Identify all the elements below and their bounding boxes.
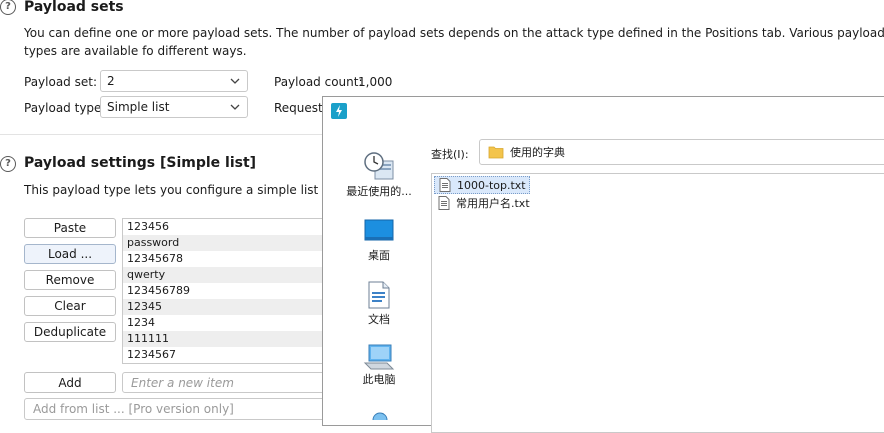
list-item[interactable]: 123456789 xyxy=(123,283,341,299)
list-item[interactable]: password xyxy=(123,235,341,251)
deduplicate-button[interactable]: Deduplicate xyxy=(24,322,116,342)
load-button[interactable]: Load ... xyxy=(24,244,116,264)
list-item[interactable]: 111111 xyxy=(123,331,341,347)
nav-item-recent[interactable]: 最近使用的... xyxy=(339,151,419,199)
payload-settings-description: This payload type lets you configure a s… xyxy=(24,183,372,197)
payload-count-value: 1,000 xyxy=(358,75,393,89)
list-item[interactable]: 1234 xyxy=(123,315,341,331)
payload-settings-title: Payload settings [Simple list] xyxy=(24,155,257,171)
recent-clock-icon xyxy=(364,152,394,180)
payload-count-label: Payload count: xyxy=(274,75,363,89)
lookin-label: 查找(I): xyxy=(431,148,469,161)
payload-sets-description: You can define one or more payload sets.… xyxy=(24,26,884,58)
file-item[interactable]: 1000-top.txt xyxy=(434,176,530,194)
chevron-down-icon xyxy=(230,78,240,84)
file-item[interactable]: 常用用户名.txt xyxy=(434,194,544,212)
documents-icon xyxy=(368,281,390,309)
nav-item-computer[interactable]: 此电脑 xyxy=(339,343,419,391)
nav-label: 桌面 xyxy=(368,249,390,262)
payload-type-value: Simple list xyxy=(107,100,170,114)
lookin-select[interactable]: 使用的字典 xyxy=(479,139,884,165)
chevron-down-icon xyxy=(230,104,240,110)
add-button[interactable]: Add xyxy=(24,372,116,393)
list-item[interactable]: qwerty xyxy=(123,267,341,283)
nav-item-documents[interactable]: 文档 xyxy=(339,281,419,329)
desktop-icon xyxy=(364,219,394,241)
list-item[interactable]: 12345 xyxy=(123,299,341,315)
payload-set-select[interactable]: 2 xyxy=(100,70,248,92)
list-item[interactable]: 12345678 xyxy=(123,251,341,267)
nav-label: 此电脑 xyxy=(362,373,396,386)
nav-label: 文档 xyxy=(368,313,390,326)
payload-sets-title: Payload sets xyxy=(24,0,124,15)
payload-type-select[interactable]: Simple list xyxy=(100,96,248,118)
help-icon[interactable]: ? xyxy=(0,0,16,15)
open-file-dialog: 查找(I): 使用的字典 最近使用的... 桌面 文档 此电脑 1000-top… xyxy=(322,96,884,433)
payload-set-value: 2 xyxy=(107,74,115,88)
payload-list[interactable]: 123456 password 12345678 qwerty 12345678… xyxy=(122,218,342,364)
nav-label: 最近使用的... xyxy=(346,185,412,198)
payload-set-label: Payload set: xyxy=(24,75,97,89)
network-icon xyxy=(372,412,388,421)
folder-icon xyxy=(488,146,504,159)
paste-button[interactable]: Paste xyxy=(24,218,116,238)
remove-button[interactable]: Remove xyxy=(24,270,116,290)
burp-lightning-icon xyxy=(331,103,347,119)
nav-item-desktop[interactable]: 桌面 xyxy=(339,219,419,265)
file-list[interactable]: 1000-top.txt 常用用户名.txt xyxy=(431,173,884,433)
computer-icon xyxy=(363,344,395,370)
new-item-input[interactable]: Enter a new item xyxy=(122,372,342,393)
payload-type-label: Payload type: xyxy=(24,101,106,115)
text-file-icon xyxy=(439,178,451,192)
list-item[interactable]: 1234567 xyxy=(123,347,341,363)
file-name: 1000-top.txt xyxy=(457,178,526,192)
text-file-icon xyxy=(438,196,450,210)
help-icon[interactable]: ? xyxy=(0,156,16,172)
add-from-list-select[interactable]: Add from list ... [Pro version only] xyxy=(24,398,342,420)
clear-button[interactable]: Clear xyxy=(24,296,116,316)
list-item[interactable]: 123456 xyxy=(123,219,341,235)
file-name: 常用用户名.txt xyxy=(456,197,530,210)
lookin-value: 使用的字典 xyxy=(510,146,565,159)
